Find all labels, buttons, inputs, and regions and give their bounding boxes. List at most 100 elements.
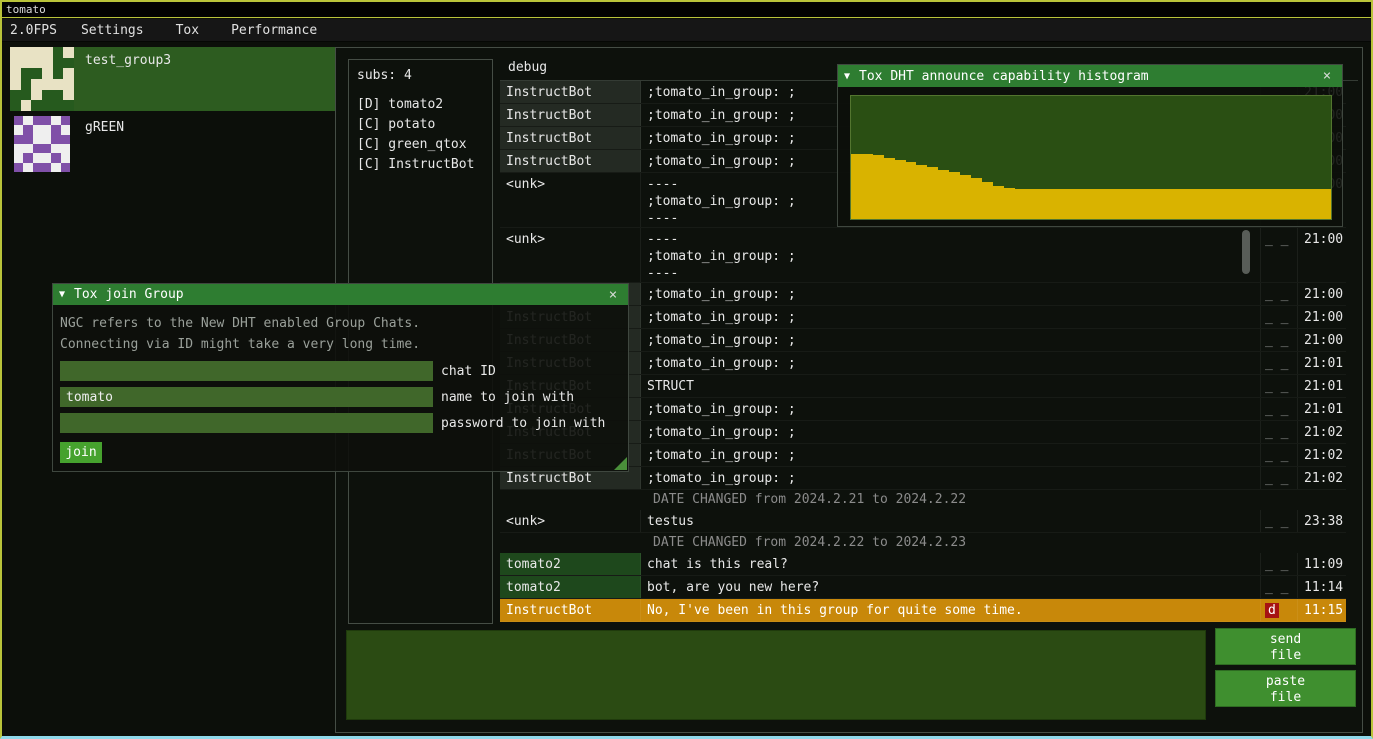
window-titlebar[interactable]: tomato — [2, 2, 1371, 18]
member-item[interactable]: [C] green_qtox — [357, 135, 484, 155]
chat-cell-time: 21:02 — [1297, 421, 1346, 443]
send-file-button[interactable]: send file — [1215, 628, 1356, 665]
join-field-row: name to join with — [60, 387, 621, 407]
join-field-label: chat ID — [441, 364, 496, 379]
message-input[interactable] — [346, 630, 1206, 720]
join-group-window-titlebar[interactable]: ▼ Tox join Group × — [53, 284, 628, 305]
histogram-bar — [1135, 189, 1146, 219]
histogram-bar — [1069, 189, 1080, 219]
histogram-plot — [850, 95, 1332, 220]
close-icon[interactable]: × — [1318, 68, 1336, 84]
date-separator-text: DATE CHANGED from 2024.2.21 to 2024.2.22 — [653, 492, 966, 507]
histogram-bar — [862, 154, 873, 219]
histogram-bar — [1036, 189, 1047, 219]
collapse-icon[interactable]: ▼ — [844, 71, 850, 82]
chat-cell-name: InstructBot — [500, 127, 641, 149]
chat-cell-flags: _ _ — [1261, 444, 1297, 466]
histogram-bar — [906, 162, 917, 219]
chat-row[interactable]: <unk>testus_ _23:38 — [500, 510, 1346, 533]
histogram-bar — [1015, 189, 1026, 219]
group-avatar[interactable] — [14, 116, 70, 172]
menu-bar: 2.0FPS Settings Tox Performance — [2, 19, 1371, 42]
chat-cell-flags: _ _ — [1261, 398, 1297, 420]
date-separator: DATE CHANGED from 2024.2.22 to 2024.2.23 — [500, 533, 1346, 553]
histogram-bar — [1167, 189, 1178, 219]
resize-grip-icon[interactable] — [614, 457, 627, 470]
chat-cell-time: 21:01 — [1297, 352, 1346, 374]
chat-cell-name: tomato2 — [500, 553, 641, 575]
histogram-window: ▼ Tox DHT announce capability histogram … — [837, 64, 1343, 227]
chat-cell-text: ;tomato_in_group: ; — [641, 398, 1261, 420]
histogram-bar — [1047, 189, 1058, 219]
histogram-bar — [1233, 189, 1244, 219]
chat-cell-flags: _ _ — [1261, 421, 1297, 443]
chat-cell-flags: _ _ — [1261, 352, 1297, 374]
chat-cell-time: 23:38 — [1297, 510, 1346, 532]
chat-cell-text: ;tomato_in_group: ; — [641, 329, 1261, 351]
chat-cell-name: <unk> — [500, 510, 641, 532]
chat-cell-time: 21:01 — [1297, 398, 1346, 420]
group-item-green[interactable]: gREEN — [85, 120, 124, 135]
join-fields: chat IDname to join withpassword to join… — [60, 361, 621, 433]
member-item[interactable]: [D] tomato2 — [357, 95, 484, 115]
histogram-window-titlebar[interactable]: ▼ Tox DHT announce capability histogram … — [838, 65, 1342, 87]
histogram-bar — [993, 186, 1004, 219]
join-description-line2: Connecting via ID might take a very long… — [60, 334, 621, 355]
histogram-bar — [884, 158, 895, 220]
chat-scrollbar-thumb[interactable] — [1242, 230, 1250, 274]
join-group-window-body: NGC refers to the New DHT enabled Group … — [53, 305, 628, 471]
group-avatar[interactable] — [10, 47, 74, 111]
members-header: subs: 4 — [357, 68, 484, 83]
chat-cell-text: STRUCT — [641, 375, 1261, 397]
chat-cell-name: InstructBot — [500, 81, 641, 103]
chat-cell-time: 21:02 — [1297, 467, 1346, 489]
chat-cell-flags: _ _ — [1261, 228, 1297, 282]
member-item[interactable]: [C] potato — [357, 115, 484, 135]
histogram-window-body — [838, 87, 1342, 226]
window-title: tomato — [6, 3, 46, 16]
chat-cell-text: ;tomato_in_group: ; — [641, 306, 1261, 328]
join-field-label: name to join with — [441, 390, 574, 405]
chat-cell-time: 21:01 — [1297, 375, 1346, 397]
chat-cell-flags: d — [1261, 599, 1297, 621]
join-button[interactable]: join — [60, 442, 102, 463]
join-input-0[interactable] — [60, 361, 433, 381]
join-field-row: chat ID — [60, 361, 621, 381]
menu-item-tox[interactable]: Tox — [164, 23, 211, 38]
histogram-bar — [895, 160, 906, 219]
histogram-bar — [1156, 189, 1167, 219]
chat-cell-text: ;tomato_in_group: ; — [641, 467, 1261, 489]
histogram-bar — [1124, 189, 1135, 219]
join-description-line1: NGC refers to the New DHT enabled Group … — [60, 313, 621, 334]
fps-indicator: 2.0FPS — [2, 23, 69, 38]
chat-cell-time: 21:02 — [1297, 444, 1346, 466]
chat-cell-time: 21:00 — [1297, 329, 1346, 351]
chat-cell-text: chat is this real? — [641, 553, 1261, 575]
join-input-1[interactable] — [60, 387, 433, 407]
collapse-icon[interactable]: ▼ — [59, 289, 65, 300]
histogram-bar — [1276, 189, 1287, 219]
histogram-bar — [1026, 189, 1037, 219]
histogram-bar — [873, 155, 884, 219]
paste-file-button[interactable]: paste file — [1215, 670, 1356, 707]
histogram-bar — [1080, 189, 1091, 219]
chat-cell-time: 21:00 — [1297, 228, 1346, 282]
chat-row[interactable]: <unk>---- ;tomato_in_group: ; ----_ _21:… — [500, 228, 1346, 283]
chat-cell-name: InstructBot — [500, 150, 641, 172]
menu-item-performance[interactable]: Performance — [219, 23, 329, 38]
histogram-bar — [971, 178, 982, 219]
menu-item-settings[interactable]: Settings — [69, 23, 156, 38]
chat-row[interactable]: tomato2chat is this real?_ _11:09 — [500, 553, 1346, 576]
chat-row[interactable]: tomato2bot, are you new here?_ _11:14 — [500, 576, 1346, 599]
chat-row[interactable]: InstructBotNo, I've been in this group f… — [500, 599, 1346, 622]
member-item[interactable]: [C] InstructBot — [357, 155, 484, 175]
chat-cell-flags: _ _ — [1261, 510, 1297, 532]
join-input-2[interactable] — [60, 413, 433, 433]
date-separator-text: DATE CHANGED from 2024.2.22 to 2024.2.23 — [653, 535, 966, 550]
histogram-bar — [1298, 189, 1309, 219]
tab-debug[interactable]: debug — [508, 60, 547, 75]
chat-cell-flags: _ _ — [1261, 283, 1297, 305]
chat-cell-flags: _ _ — [1261, 329, 1297, 351]
chat-cell-flags: _ _ — [1261, 375, 1297, 397]
close-icon[interactable]: × — [604, 287, 622, 303]
